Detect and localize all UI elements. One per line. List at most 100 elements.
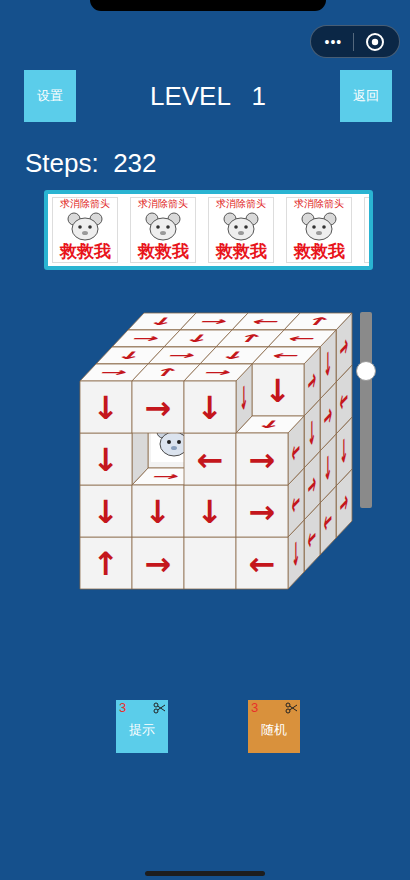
block-front-face[interactable]	[252, 364, 304, 416]
top-arrow-icon: →	[127, 332, 165, 344]
top-arrow-icon: ↑	[299, 315, 337, 327]
animal-icon	[141, 210, 185, 242]
right-arrow-icon: ←	[292, 479, 300, 525]
tool-count: 3	[119, 701, 126, 715]
animal-card	[364, 197, 373, 263]
block-top-face[interactable]	[252, 347, 320, 364]
front-arrow-icon: ↓	[145, 493, 172, 531]
card-plea: 救救我	[138, 242, 189, 262]
block-front-face[interactable]	[132, 381, 184, 433]
right-arrow-icon: ←	[308, 514, 316, 560]
top-arrow-icon: ↓	[215, 349, 253, 361]
top-arrow-icon: →	[147, 470, 185, 482]
block-front-face[interactable]	[80, 485, 132, 537]
mini-program-bar: •••	[0, 25, 410, 58]
front-arrow-icon: ←	[249, 545, 276, 583]
more-button[interactable]: •••	[325, 35, 343, 49]
front-arrow-icon: ↓	[93, 389, 120, 427]
block-front-face[interactable]	[184, 433, 236, 485]
close-target-icon[interactable]	[365, 32, 385, 52]
home-indicator	[145, 871, 265, 876]
steps-counter: Steps: 232	[25, 148, 410, 178]
block-front-face[interactable]	[80, 537, 132, 589]
top-arrow-icon: ↓	[251, 418, 289, 430]
block-front-face[interactable]	[132, 537, 184, 589]
front-arrow-icon: ↓	[197, 389, 224, 427]
block-front-face[interactable]	[184, 381, 236, 433]
tool-label: 随机	[261, 715, 287, 739]
right-arrow-icon: ↓	[324, 341, 332, 387]
animal-card: 求消除箭头救救我	[286, 197, 352, 263]
phone-notch	[90, 0, 326, 11]
tool-bar: 3提示3随机	[0, 700, 410, 753]
cube-block[interactable]: ↓ ←→	[252, 347, 320, 416]
front-arrow-icon: ↓	[265, 372, 292, 410]
right-arrow-icon: →	[308, 462, 316, 508]
slider-knob[interactable]	[356, 361, 376, 381]
top-arrow-icon: ←	[283, 332, 321, 344]
card-plea: 救救我	[60, 242, 111, 262]
level-title: LEVEL 1	[76, 81, 340, 112]
right-arrow-icon: ↓	[324, 445, 332, 491]
capsule-divider	[353, 33, 354, 51]
animal-icon	[63, 210, 107, 242]
animal-icon	[219, 210, 263, 242]
top-arrow-icon: ↓	[179, 332, 217, 344]
block-top-face[interactable]	[284, 313, 352, 330]
block-front-face[interactable]	[184, 537, 236, 589]
front-arrow-icon: ←	[197, 441, 224, 479]
card-request: 求消除箭头	[216, 198, 266, 210]
right-arrow-icon: →	[308, 358, 316, 404]
card-request: 求消除箭头	[294, 198, 344, 210]
right-arrow-icon: ↓	[340, 428, 348, 474]
front-arrow-icon: ↓	[93, 441, 120, 479]
scissors-icon	[153, 702, 166, 714]
front-arrow-icon: ↑	[93, 545, 120, 583]
block-front-face[interactable]	[80, 433, 132, 485]
block-top-face[interactable]	[268, 330, 336, 347]
top-arrow-icon: ←	[247, 315, 285, 327]
top-arrow-icon: ←	[267, 349, 305, 361]
rescue-banner: 求消除箭头救救我求消除箭头救救我求消除箭头救救我求消除箭头救救我	[44, 190, 373, 270]
tool-button[interactable]: 3随机	[248, 700, 300, 753]
game-area: →↓←↓→←↑→←↓→→↓↑←↓←→↓↓→↓↓←→↑→←↓↓↓→↓→←↓←→↓←…	[0, 305, 410, 600]
top-arrow-icon: ↓	[111, 349, 149, 361]
top-arrow-icon: ↑	[147, 366, 185, 378]
right-arrow-icon: ↓	[308, 410, 316, 456]
card-request: 求消除箭头	[60, 198, 110, 210]
right-arrow-icon: ←	[292, 427, 300, 473]
tool-button[interactable]: 3提示	[116, 700, 168, 753]
right-arrow-icon: →	[324, 393, 332, 439]
settings-button[interactable]: 设置	[24, 70, 76, 122]
front-arrow-icon: →	[145, 389, 172, 427]
front-arrow-icon: ↓	[93, 493, 120, 531]
top-arrow-icon: ↓	[143, 315, 181, 327]
top-arrow-icon: →	[163, 349, 201, 361]
front-arrow-icon: →	[249, 493, 276, 531]
block-front-face[interactable]	[236, 485, 288, 537]
block-top-face[interactable]	[184, 364, 252, 381]
right-arrow-icon: ↓	[240, 375, 248, 421]
tool-count: 3	[251, 701, 258, 715]
card-plea: 救救我	[294, 242, 345, 262]
back-button[interactable]: 返回	[340, 70, 392, 122]
right-arrow-icon: →	[340, 480, 348, 526]
capsule-menu: •••	[310, 25, 400, 58]
block-front-face[interactable]	[184, 485, 236, 537]
block-front-face[interactable]	[132, 485, 184, 537]
cube-block[interactable]: →↓←	[236, 416, 304, 485]
animal-card: 求消除箭头救救我	[130, 197, 196, 263]
right-arrow-icon: ←	[324, 497, 332, 543]
block-front-face[interactable]	[236, 537, 288, 589]
right-arrow-icon: ↓	[292, 531, 300, 577]
right-arrow-icon: →	[340, 324, 348, 370]
animal-card: 求消除箭头救救我	[52, 197, 118, 263]
block-front-face[interactable]	[236, 433, 288, 485]
cube-block[interactable]: ↓→↓	[184, 364, 252, 433]
zoom-slider[interactable]	[360, 312, 372, 508]
block-front-face[interactable]	[80, 381, 132, 433]
top-arrow-icon: →	[195, 315, 233, 327]
top-arrow-icon: ↑	[231, 332, 269, 344]
arrow-cube[interactable]: →↓←↓→←↑→←↓→→↓↑←↓←→↓↓→↓↓←→↑→←↓↓↓→↓→←↓←→↓←…	[68, 305, 358, 597]
top-arrow-icon: →	[199, 366, 237, 378]
